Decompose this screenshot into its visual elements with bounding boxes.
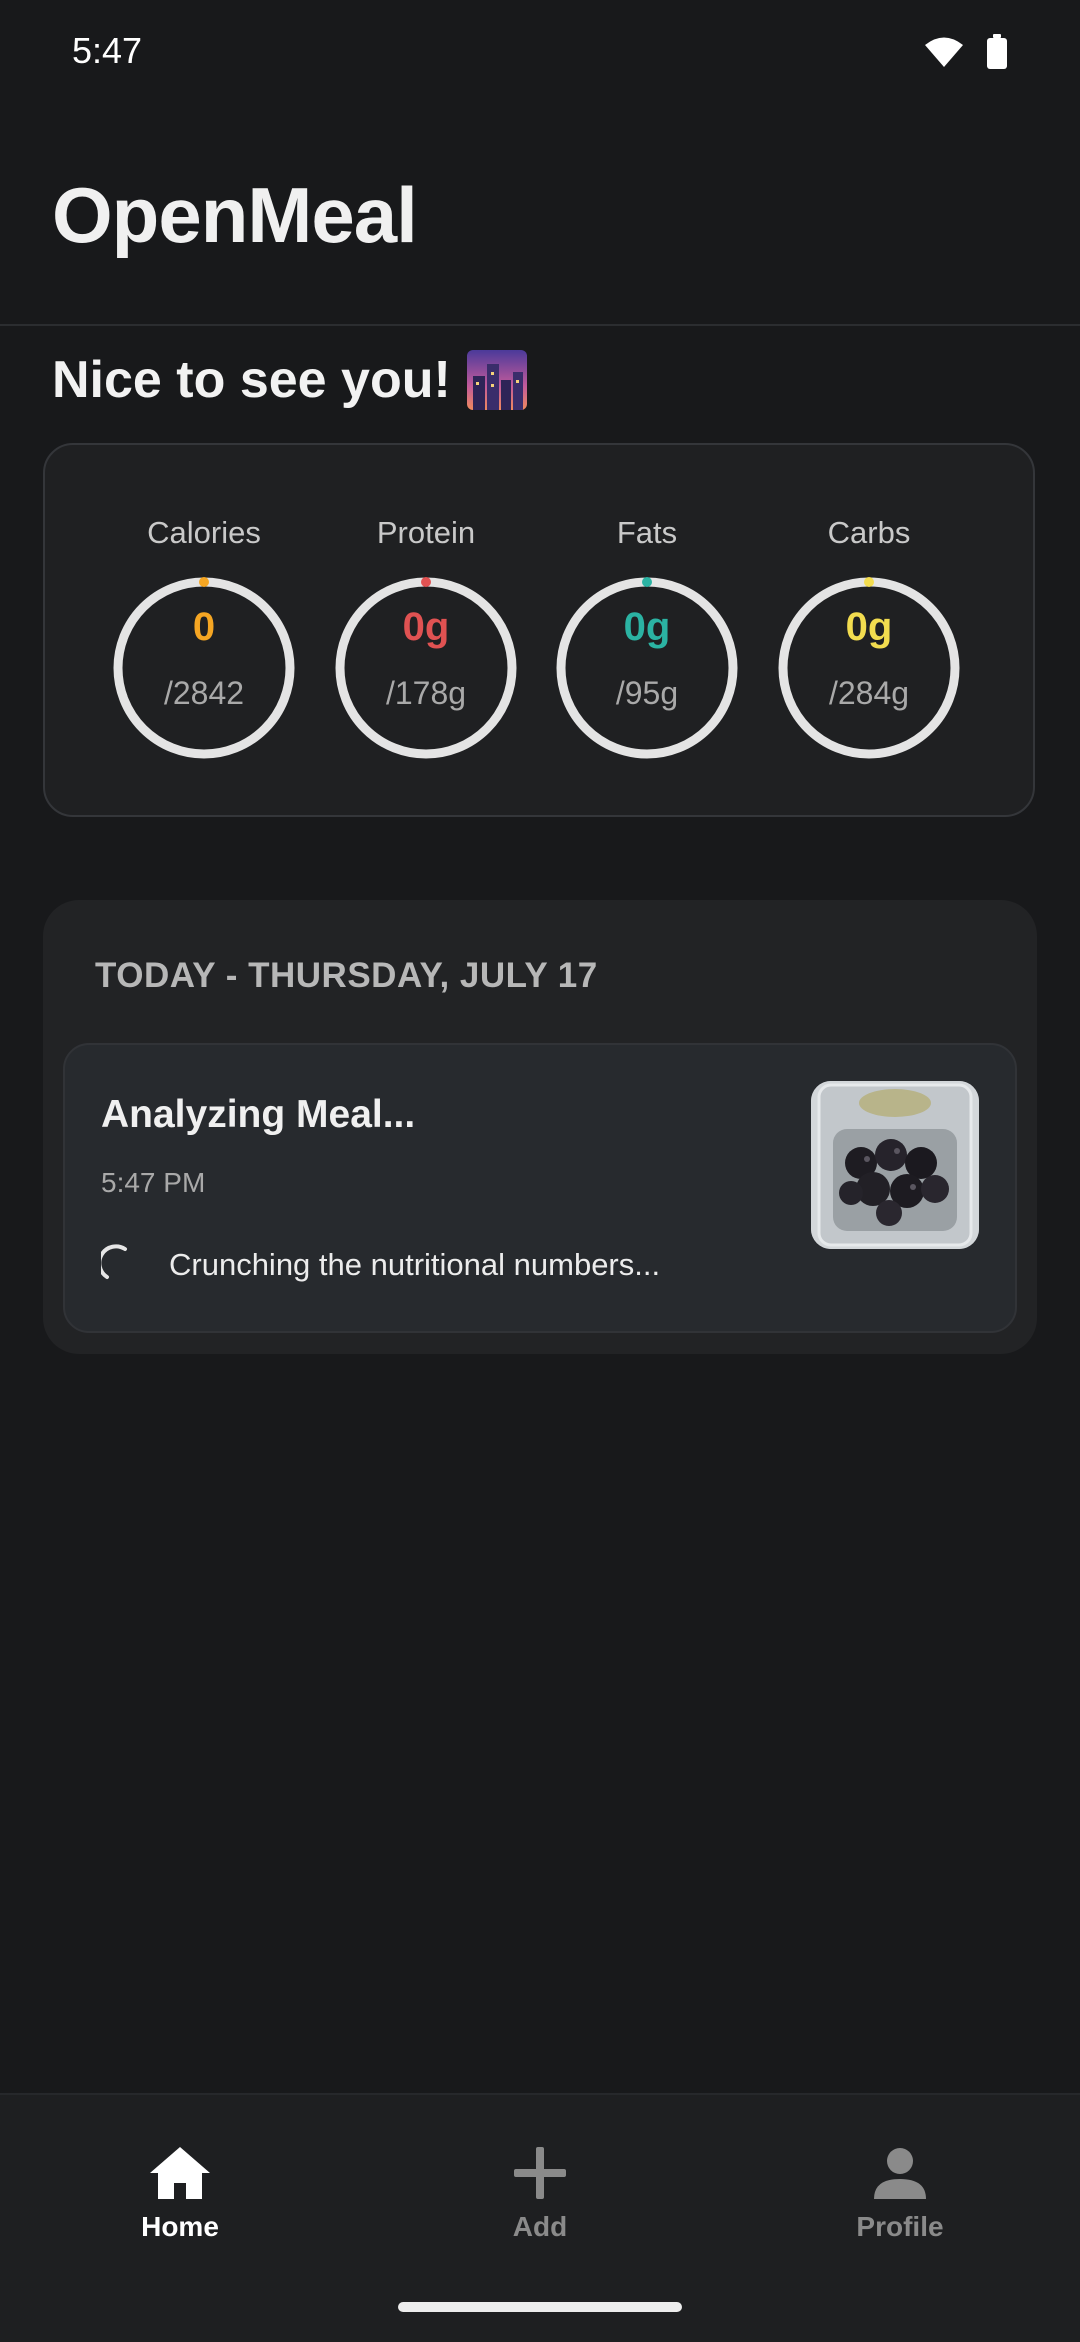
status-time: 5:47 [72,30,143,71]
nav-add[interactable]: Add [440,2145,640,2243]
macro-goal: /178g [385,675,467,711]
ring-indicator-dot [199,577,209,587]
ring-indicator-dot [421,577,431,587]
macro-fats: Fats 0g /95g [552,513,742,761]
today-date-header: TODAY - THURSDAY, JULY 17 [95,956,598,995]
macro-value: 0g [402,605,450,649]
meal-time: 5:47 PM [101,1167,206,1198]
nav-home-label: Home [141,2211,219,2242]
macro-calories: Calories 0 /2842 [109,513,299,761]
person-icon [874,2148,926,2199]
nav-profile-label: Profile [856,2211,944,2242]
macro-goal: /2842 [163,675,245,711]
greeting-text: Nice to see you! [52,351,451,409]
macro-value: 0g [845,605,893,649]
macro-label: Calories [147,515,261,550]
home-icon [150,2147,210,2199]
nav-add-label: Add [512,2211,568,2242]
macro-label: Carbs [827,515,911,550]
meal-status-text: Crunching the nutritional numbers... [169,1247,661,1282]
macro-label: Fats [616,515,678,550]
city-sunset-icon [466,350,527,410]
macro-carbs: Carbs 0g /284g [774,513,964,761]
battery-icon [986,34,1008,70]
meal-photo-thumbnail[interactable] [811,1081,979,1249]
macro-goal: /284g [828,675,910,711]
macro-goal: /95g [615,675,679,711]
meal-title: Analyzing Meal... [101,1093,416,1136]
app-title: OpenMeal [52,171,418,259]
ring-indicator-dot [864,577,874,587]
macros-card: Calories 0 /2842 Protein 0g /178g Fats 0… [43,443,1035,817]
macro-label: Protein [376,515,476,550]
status-bar: 5:47 [0,0,1080,106]
today-section: TODAY - THURSDAY, JULY 17 Analyzing Meal… [43,900,1037,1354]
calories-ring: 0 /2842 [111,575,297,761]
fats-ring: 0g /95g [554,575,740,761]
status-icons [924,34,1008,70]
ring-indicator-dot [642,577,652,587]
macro-value: 0g [623,605,671,649]
plus-icon [514,2147,566,2199]
greeting: Nice to see you! [52,350,527,410]
meal-entry-card[interactable]: Analyzing Meal... 5:47 PM Crunching the … [63,1043,1017,1333]
header-divider [0,324,1080,326]
home-indicator-bar[interactable] [398,2302,682,2312]
wifi-icon [924,36,964,68]
nav-profile[interactable]: Profile [800,2145,1000,2243]
protein-ring: 0g /178g [333,575,519,761]
loading-spinner-icon [101,1243,141,1283]
macro-protein: Protein 0g /178g [331,513,521,761]
macro-value: 0 [192,605,216,649]
nav-home[interactable]: Home [80,2145,280,2243]
carbs-ring: 0g /284g [776,575,962,761]
